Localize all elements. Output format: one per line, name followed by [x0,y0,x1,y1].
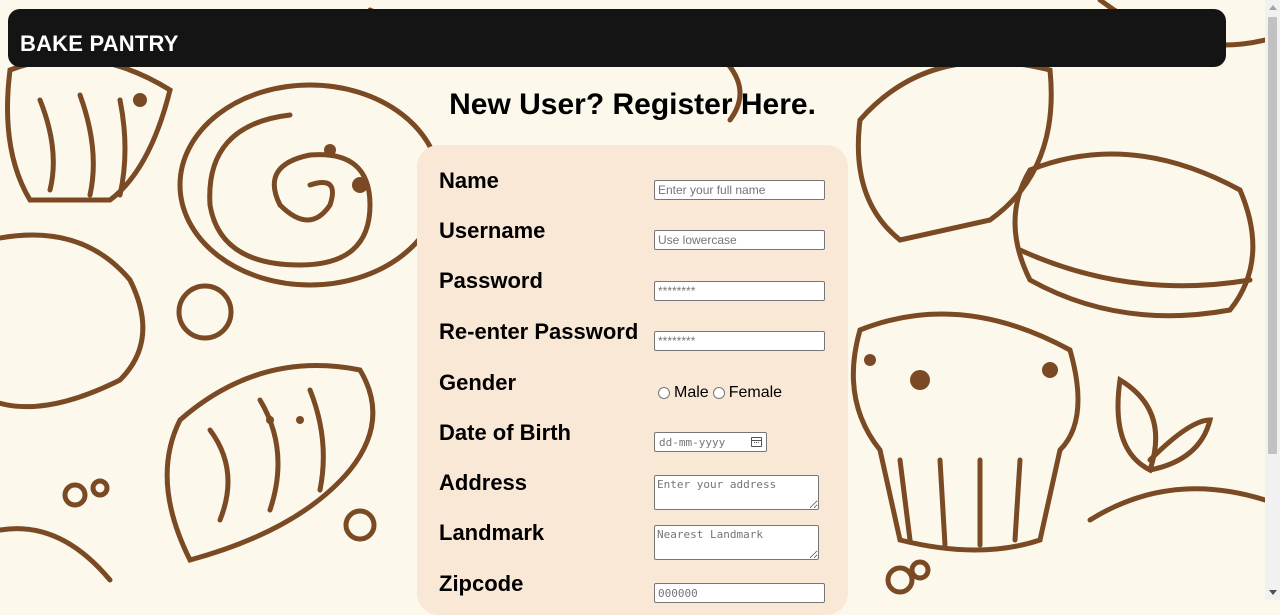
name-input[interactable] [654,180,825,200]
password-input[interactable] [654,281,825,301]
gender-female-radio[interactable] [712,387,725,399]
name-label: Name [439,168,499,193]
dob-date-input[interactable]: dd-mm-yyyy [654,432,767,452]
address-label: Address [439,470,528,495]
gender-male-radio[interactable] [658,387,670,399]
dob-placeholder: dd-mm-yyyy [659,435,726,449]
gender-male-label[interactable]: Male [674,384,709,402]
gender-female-label[interactable]: Female [729,384,782,402]
calendar-icon[interactable] [751,437,762,447]
zipcode-label: Zipcode [439,571,524,596]
landmark-label: Landmark [439,520,545,545]
brand-logo[interactable]: BAKE PANTRY [20,31,179,57]
reenter-password-label: Re-enter Password [439,319,639,344]
gender-label: Gender [439,370,517,395]
zipcode-input[interactable] [654,583,825,603]
scroll-up-icon[interactable] [1269,5,1277,10]
gender-radio-group: Male Female [658,384,786,402]
vertical-scrollbar[interactable] [1265,0,1280,600]
scroll-down-icon[interactable] [1269,590,1277,595]
dob-label: Date of Birth [439,420,571,445]
scroll-thumb[interactable] [1268,17,1277,454]
reenter-password-input[interactable] [654,331,825,351]
username-label: Username [439,218,546,243]
password-label: Password [439,268,543,293]
page-title: New User? Register Here. [449,88,816,121]
landmark-textarea[interactable] [654,525,819,560]
address-textarea[interactable] [654,475,819,510]
top-navbar: BAKE PANTRY [8,9,1226,67]
username-input[interactable] [654,230,825,250]
